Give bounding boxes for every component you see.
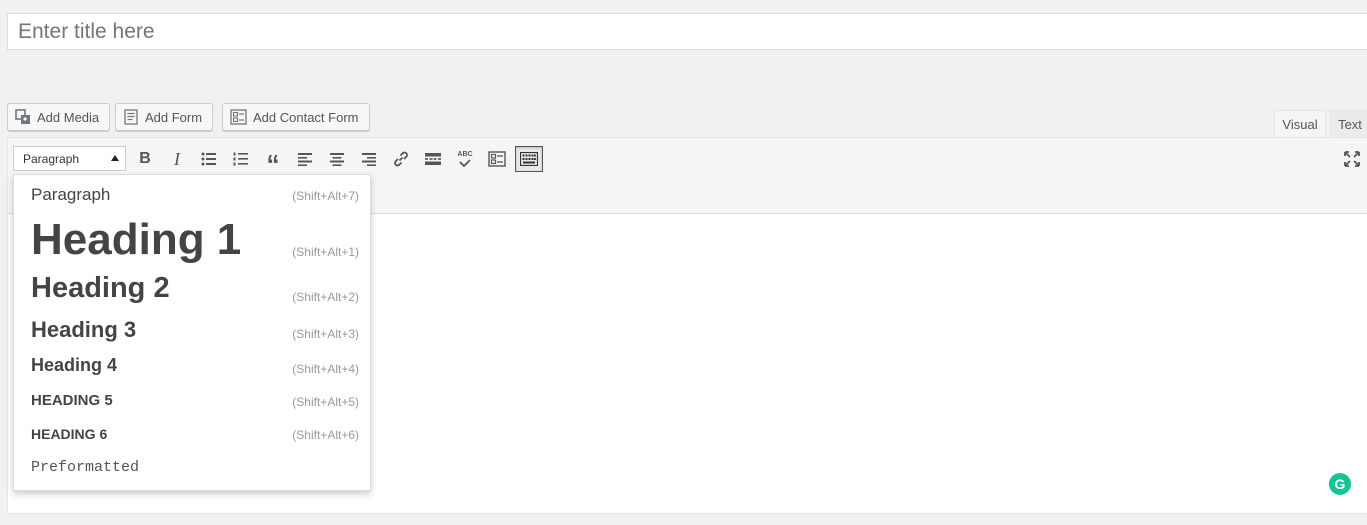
format-option-label: Heading 3 <box>31 317 137 342</box>
format-option-label: Heading 1 <box>31 215 242 264</box>
italic-button[interactable]: I <box>163 146 191 172</box>
numbered-list-icon <box>233 152 248 166</box>
format-option-heading-3[interactable]: Heading 3 (Shift+Alt+3) <box>14 313 370 351</box>
format-option-label: HEADING 6 <box>31 426 108 442</box>
format-option-heading-4[interactable]: Heading 4 (Shift+Alt+4) <box>14 351 370 385</box>
format-option-label: HEADING 5 <box>31 392 113 409</box>
format-option-preformatted[interactable]: Preformatted <box>14 451 370 489</box>
blockquote-button[interactable]: “ <box>259 146 287 179</box>
bulleted-list-icon <box>201 152 216 166</box>
bold-icon: B <box>139 150 151 167</box>
format-option-label: Paragraph <box>31 185 111 204</box>
format-option-shortcut: (Shift+Alt+6) <box>292 428 359 442</box>
blockquote-icon: “ <box>266 149 280 179</box>
add-contact-form-button[interactable]: Add Contact Form <box>222 103 370 131</box>
spellcheck-icon-text: ABC <box>457 151 473 158</box>
grammarly-glyph: G <box>1334 476 1346 492</box>
bold-button[interactable]: B <box>131 146 159 172</box>
format-option-shortcut: (Shift+Alt+3) <box>292 327 359 341</box>
format-select-value: Paragraph <box>23 151 80 166</box>
add-media-label: Add Media <box>37 109 100 125</box>
fullscreen-button[interactable] <box>1338 146 1366 172</box>
add-form-button[interactable]: Add Form <box>115 103 213 131</box>
format-option-heading-1[interactable]: Heading 1 (Shift+Alt+1) <box>14 213 370 269</box>
contact-form-icon <box>230 109 247 125</box>
tab-text-label: Text <box>1338 117 1362 132</box>
toolbar-toggle-button[interactable] <box>515 146 543 172</box>
format-select[interactable]: Paragraph <box>13 146 126 171</box>
italic-icon: I <box>174 148 180 169</box>
format-option-shortcut: (Shift+Alt+4) <box>292 362 359 376</box>
tab-visual[interactable]: Visual <box>1274 110 1326 138</box>
format-dropdown-menu: Paragraph (Shift+Alt+7) Heading 1 (Shift… <box>13 174 371 491</box>
add-media-icon <box>15 109 30 124</box>
format-option-heading-2[interactable]: Heading 2 (Shift+Alt+2) <box>14 269 370 313</box>
align-right-button[interactable] <box>355 146 383 172</box>
align-center-icon <box>330 152 344 166</box>
format-option-label: Preformatted <box>31 459 140 476</box>
format-option-shortcut: (Shift+Alt+2) <box>292 290 359 304</box>
link-button[interactable] <box>387 146 415 172</box>
add-contact-form-label: Add Contact Form <box>253 109 359 125</box>
add-media-button[interactable]: Add Media <box>7 103 110 131</box>
select-arrow-icon <box>111 155 119 161</box>
format-option-heading-6[interactable]: HEADING 6 (Shift+Alt+6) <box>14 418 370 451</box>
editor-bottom-border <box>7 513 1367 514</box>
align-center-button[interactable] <box>323 146 351 172</box>
link-icon <box>394 151 408 167</box>
tab-visual-label: Visual <box>1282 117 1318 132</box>
read-more-icon <box>425 153 441 165</box>
post-title-input[interactable] <box>7 13 1367 50</box>
grammarly-icon[interactable]: G <box>1329 473 1351 495</box>
format-option-shortcut: (Shift+Alt+5) <box>292 395 359 409</box>
form-icon <box>488 151 506 167</box>
toolbar-toggle-icon <box>520 152 538 166</box>
format-option-shortcut: (Shift+Alt+1) <box>292 245 359 259</box>
spellcheck-icon: ABC <box>457 151 473 167</box>
numbered-list-button[interactable] <box>227 146 255 172</box>
spellcheck-button[interactable]: ABC <box>451 146 479 172</box>
align-left-button[interactable] <box>291 146 319 172</box>
bulleted-list-button[interactable] <box>195 146 223 172</box>
format-option-heading-5[interactable]: HEADING 5 (Shift+Alt+5) <box>14 385 370 418</box>
add-form-icon <box>124 109 138 125</box>
fullscreen-icon <box>1344 151 1360 167</box>
form-insert-button[interactable] <box>483 146 511 172</box>
format-option-label: Heading 4 <box>31 355 118 375</box>
add-form-label: Add Form <box>145 109 203 125</box>
format-option-label: Heading 2 <box>31 272 170 304</box>
align-left-icon <box>298 152 312 166</box>
tab-text[interactable]: Text <box>1330 110 1367 138</box>
check-mark-icon <box>459 159 471 167</box>
format-option-paragraph[interactable]: Paragraph (Shift+Alt+7) <box>14 175 370 213</box>
read-more-button[interactable] <box>419 146 447 172</box>
format-option-shortcut: (Shift+Alt+7) <box>292 189 359 203</box>
align-right-icon <box>362 152 376 166</box>
